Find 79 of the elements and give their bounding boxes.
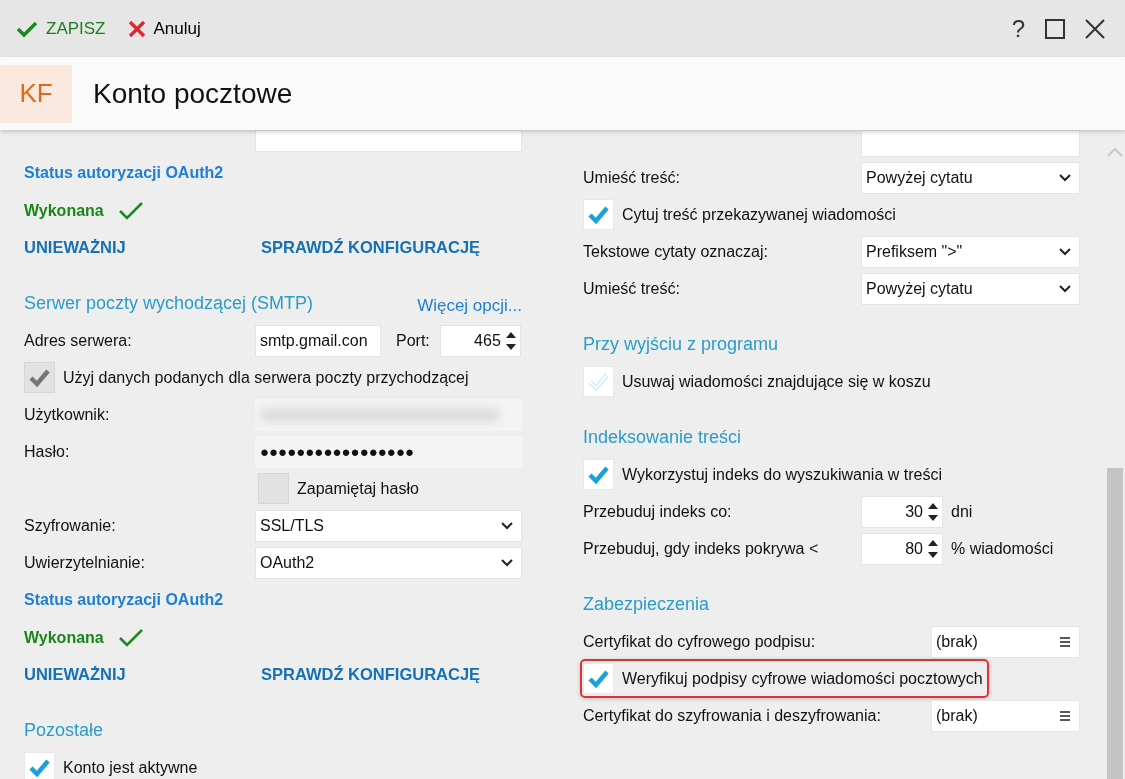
- check-icon: [117, 200, 144, 221]
- checkbox-label: Weryfikuj podpisy cyfrowe wiadomości pocztowych: [622, 669, 983, 688]
- section-title: Przy wyjściu z programu: [583, 334, 779, 355]
- chevron-down-icon: [501, 558, 513, 567]
- checkbox[interactable]: [583, 663, 614, 694]
- checkbox[interactable]: [24, 752, 55, 779]
- scrollbar-thumb[interactable]: [1107, 468, 1123, 779]
- help-button[interactable]: ?: [1001, 10, 1035, 47]
- checkbox-label: Wykorzystuj indeks do wyszukiwania w treści: [622, 465, 942, 484]
- section-title: Indeksowanie treści: [583, 427, 742, 448]
- unit-label: dni: [951, 502, 973, 521]
- status-text: Wykonana: [24, 628, 104, 647]
- close-icon: [127, 19, 146, 38]
- window-title: Konto pocztowe: [93, 77, 293, 110]
- number-field[interactable]: 30: [861, 495, 943, 528]
- check-icon: [16, 19, 38, 38]
- field-label: Port:: [396, 331, 430, 350]
- field-label: Przebuduj, gdy indeks pokrywa <: [583, 539, 820, 558]
- field-label: Szyfrowanie:: [24, 516, 117, 535]
- cancel-button[interactable]: Anuluj: [121, 14, 207, 43]
- more-options-link[interactable]: Więcej opcji...: [417, 296, 522, 316]
- field-label: Adres serwera:: [24, 331, 133, 350]
- checkbox-label: Użyj danych podanych dla serwera poczty przychodzącej: [63, 368, 469, 387]
- field-label: Użytkownik:: [24, 405, 111, 424]
- dropdown[interactable]: Powyżej cytatu: [861, 161, 1080, 194]
- number-field[interactable]: 465: [439, 324, 521, 357]
- action-link[interactable]: UNIEWAŻNIJ: [24, 238, 261, 257]
- checkbox-label: Usuwaj wiadomości znajdujące się w koszu: [622, 372, 931, 391]
- section-title: Zabezpieczenia: [583, 594, 710, 615]
- unit-label: % wiadomości: [951, 539, 1054, 558]
- text-field[interactable]: [861, 130, 1080, 157]
- chevron-down-icon: [501, 521, 513, 530]
- action-link[interactable]: UNIEWAŻNIJ: [24, 665, 261, 684]
- check-icon: [587, 668, 610, 689]
- field-label: Przebuduj indeks co:: [583, 502, 733, 521]
- action-link[interactable]: SPRAWDŹ KONFIGURACJĘ: [261, 665, 481, 684]
- section-title: Serwer poczty wychodzącej (SMTP): [24, 293, 314, 314]
- picker-field[interactable]: (brak): [931, 699, 1080, 732]
- status-text: Wykonana: [24, 201, 104, 220]
- check-icon: [587, 464, 610, 485]
- checkbox-label: Zapamiętaj hasło: [297, 479, 419, 498]
- dropdown[interactable]: Prefiksem ">": [861, 235, 1080, 268]
- password-field[interactable]: ●●●●●●●●●●●●●●●●●: [255, 435, 522, 468]
- checkbox[interactable]: [583, 366, 614, 397]
- field-label: Certyfikat do cyfrowego podpisu:: [583, 632, 817, 651]
- check-icon: [117, 627, 144, 648]
- field-label: Umieść treść:: [583, 279, 681, 298]
- picker-field[interactable]: (brak): [931, 625, 1080, 658]
- status-heading: Status autoryzacji OAuth2: [24, 591, 224, 609]
- menu-icon[interactable]: [1059, 635, 1071, 648]
- chevron-down-icon: [1059, 173, 1071, 182]
- checkbox-label: Konto jest aktywne: [63, 758, 198, 777]
- save-button[interactable]: ZAPISZ: [10, 14, 112, 43]
- chevron-down-icon: [1059, 247, 1071, 256]
- check-icon: [587, 371, 610, 392]
- check-icon: [28, 757, 51, 778]
- text-field[interactable]: smtp.gmail.con: [255, 324, 381, 357]
- dropdown[interactable]: SSL/TLS: [255, 509, 522, 542]
- number-field[interactable]: 80: [861, 532, 943, 565]
- section-title: Pozostałe: [24, 720, 104, 741]
- field-label: Tekstowe cytaty oznaczaj:: [583, 242, 769, 261]
- check-icon: [587, 204, 610, 225]
- field-label: Hasło:: [24, 442, 71, 461]
- maximize-icon: [1045, 18, 1065, 39]
- app-logo: KF: [0, 64, 72, 123]
- field-label: Certyfikat do szyfrowania i deszyfrowania:: [583, 706, 882, 725]
- chevron-down-icon: [1059, 284, 1071, 293]
- checkbox-label: Cytuj treść przekazywanej wiadomości: [622, 205, 896, 224]
- checkbox[interactable]: [583, 199, 614, 230]
- close-icon: [1085, 18, 1105, 39]
- checkbox[interactable]: [583, 459, 614, 490]
- menu-icon[interactable]: [1059, 709, 1071, 722]
- field-label: Umieść treść:: [583, 168, 681, 187]
- status-heading: Status autoryzacji OAuth2: [24, 164, 224, 182]
- dropdown[interactable]: Powyżej cytatu: [861, 272, 1080, 305]
- text-field[interactable]: [255, 130, 522, 152]
- dropdown[interactable]: OAuth2: [255, 546, 522, 579]
- field-label: Uwierzytelnianie:: [24, 553, 146, 572]
- action-link[interactable]: SPRAWDŹ KONFIGURACJĘ: [261, 238, 481, 257]
